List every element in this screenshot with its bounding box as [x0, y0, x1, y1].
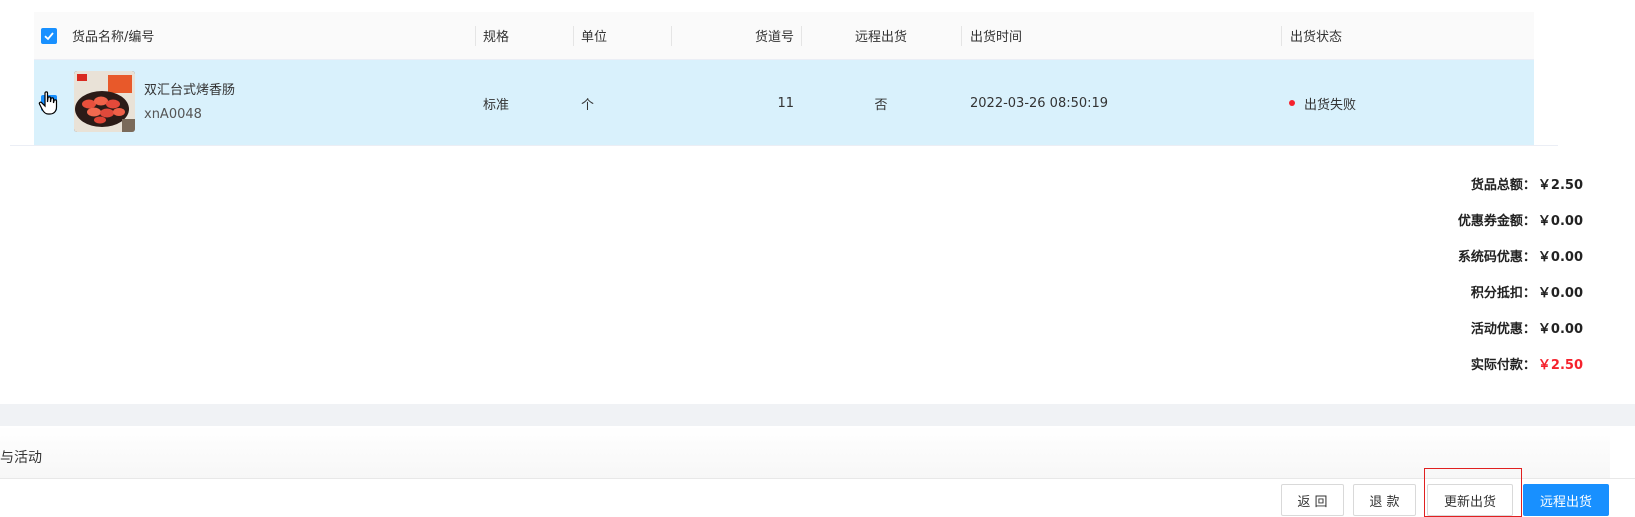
goods-table: 货品名称/编号 规格 单位 货道号 远程出货 出货时间 出货状态 双汇台式烤香肠… [10, 12, 1558, 146]
summary-label: 系统码优惠： [1457, 249, 1536, 265]
cell-slot: 11 [777, 95, 794, 111]
summary-syscode: 系统码优惠： ￥0.00 [1283, 237, 1583, 273]
update-shipment-button[interactable]: 更新出货 [1427, 484, 1513, 516]
table-header: 货品名称/编号 规格 单位 货道号 远程出货 出货时间 出货状态 [34, 12, 1534, 60]
select-all-checkbox[interactable] [41, 28, 57, 44]
summary-points: 积分抵扣： ￥0.00 [1283, 273, 1583, 309]
status-dot-icon [1289, 100, 1295, 106]
cell-remote: 否 [874, 97, 888, 113]
summary-label: 活动优惠： [1470, 321, 1536, 337]
summary-goods-total: 货品总额： ￥2.50 [1283, 165, 1583, 201]
col-header-slot: 货道号 [754, 30, 794, 45]
check-icon [44, 32, 54, 41]
cell-status: 出货失败 [1289, 60, 1356, 146]
cell-time: 2022-03-26 08:50:19 [970, 95, 1109, 111]
summary-label: 优惠券金额： [1457, 213, 1536, 229]
cell-spec: 标准 [483, 97, 510, 113]
summary-label: 积分抵扣： [1470, 285, 1536, 301]
refund-button[interactable]: 退 款 [1353, 484, 1416, 516]
col-header-unit: 单位 [581, 30, 608, 45]
summary-value: ￥0.00 [1537, 249, 1583, 265]
product-name: 双汇台式烤香肠 [144, 83, 236, 98]
summary-value: ￥2.50 [1537, 177, 1583, 193]
order-detail-page: 货品名称/编号 规格 单位 货道号 远程出货 出货时间 出货状态 双汇台式烤香肠… [0, 0, 1635, 517]
section-gap [0, 404, 1635, 426]
summary-label: 货品总额： [1470, 177, 1536, 193]
status-text: 出货失败 [1304, 97, 1357, 113]
table-row[interactable]: 双汇台式烤香肠 xnA0048 标准 个 11 否 2022-03-26 08:… [34, 60, 1534, 146]
section-title: 券与活动 [0, 450, 42, 466]
cell-unit: 个 [581, 97, 595, 113]
col-divider [573, 26, 574, 46]
payment-summary: 货品总额： ￥2.50 优惠券金额： ￥0.00 系统码优惠： ￥0.00 积分… [1283, 165, 1583, 381]
coupon-activity-section: 券与活动 [0, 426, 1610, 478]
col-header-name: 货品名称/编号 [72, 30, 155, 45]
footer-action-bar: 返 回 退 款 更新出货 远程出货 [0, 478, 1635, 517]
col-header-time: 出货时间 [970, 30, 1023, 45]
summary-value: ￥0.00 [1537, 285, 1583, 301]
col-header-status: 出货状态 [1290, 30, 1343, 45]
summary-coupon: 优惠券金额： ￥0.00 [1283, 201, 1583, 237]
hand-cursor-icon [38, 91, 58, 115]
col-divider [671, 26, 672, 46]
summary-value: ￥0.00 [1537, 321, 1583, 337]
col-divider [1281, 26, 1282, 46]
summary-label: 实际付款： [1470, 357, 1536, 373]
summary-activity: 活动优惠： ￥0.00 [1283, 309, 1583, 345]
row-divider [10, 145, 1558, 146]
remote-shipment-button[interactable]: 远程出货 [1523, 484, 1609, 516]
col-divider [475, 26, 476, 46]
col-header-remote: 远程出货 [854, 30, 907, 45]
summary-actual: 实际付款： ￥2.50 [1283, 345, 1583, 381]
summary-value: ￥0.00 [1537, 213, 1583, 229]
back-button[interactable]: 返 回 [1281, 484, 1344, 516]
product-image [74, 71, 135, 132]
product-code: xnA0048 [144, 107, 202, 122]
col-header-spec: 规格 [483, 30, 510, 45]
col-divider [961, 26, 962, 46]
summary-actual-value: ￥2.50 [1537, 357, 1583, 373]
